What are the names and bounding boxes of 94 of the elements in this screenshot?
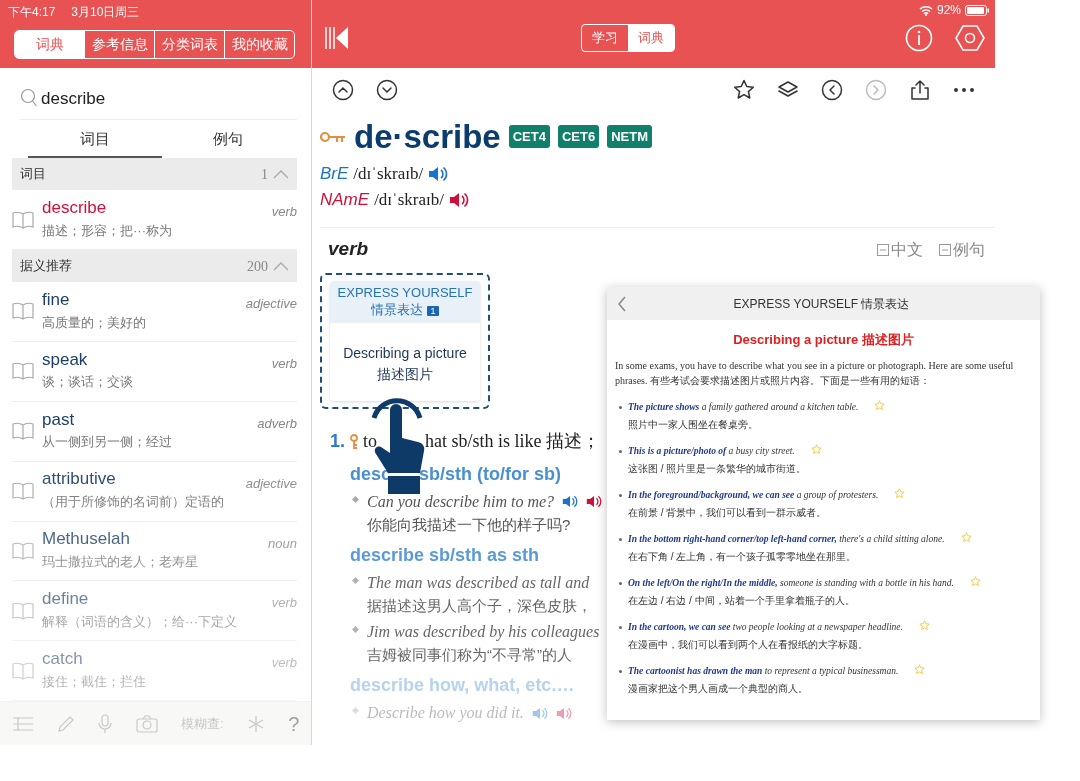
phrase-example: The picture shows a family gathered around a kitchen table.	[628, 400, 859, 414]
part-of-speech: verb	[271, 594, 297, 613]
tab[interactable]: 学习	[581, 25, 628, 51]
pattern-text: desc	[350, 462, 392, 486]
entry-definition: 玛士撒拉式的老人；老寿星	[42, 553, 198, 572]
entry-word: past	[42, 410, 76, 430]
definition-text: to	[363, 430, 378, 454]
example-translation: 据描述这男人高个子，深色皮肤，	[367, 596, 592, 617]
toggle-button[interactable]: 中文	[877, 237, 923, 262]
section-title: 据义推荐	[20, 257, 72, 276]
phonetic: /dɪˈskraɪb/	[374, 189, 444, 212]
pattern-text: describe how, what, etc.…	[350, 674, 575, 698]
phonetic: /dɪˈskraɪb/	[353, 163, 424, 186]
card-topic: 描述图片	[376, 364, 434, 384]
sense-number: 1.	[330, 430, 345, 454]
tab[interactable]: 我的收藏	[224, 31, 294, 58]
phrase-example: The cartoonist has drawn the man to represent a typical businessman.	[628, 664, 899, 678]
entry-word: catch	[42, 650, 84, 669]
tab[interactable]: 词典	[627, 25, 674, 51]
tab[interactable]: 例句	[161, 119, 295, 159]
tab[interactable]: 分类词表	[154, 31, 224, 58]
toggle-button[interactable]: 例句	[939, 237, 985, 262]
pattern-text: describe sb/sth as sth	[350, 544, 540, 568]
entry-definition: 接住；截住；拦住	[42, 672, 146, 691]
popup-heading: Describing a picture 描述图片	[732, 331, 915, 349]
phrase-translation: 这张图 / 照片里是一条繁华的城市街道。	[628, 461, 808, 476]
part-of-speech: adjective	[245, 474, 297, 493]
card-topic: Describing a picture	[342, 343, 468, 363]
search-field[interactable]: describe	[20, 77, 297, 120]
phrase-translation: 在前景 / 背景中，我们可以看到一群示威者。	[628, 505, 828, 520]
phrase-example: This is a picture/photo of a busy city street.	[628, 444, 795, 458]
accent-label: BrE	[320, 163, 349, 186]
example-translation: 你能向我描述一下他的样子吗?	[367, 514, 572, 535]
example-translation: 吉姆被同事们称为“不寻常”的人	[367, 644, 573, 665]
section-header[interactable]: 词目 1	[12, 158, 297, 191]
result-item[interactable]: define 解释（词语的含义）；给···下定义 verb	[12, 581, 297, 642]
status-date: 3月10日周三	[71, 4, 140, 17]
accent-label: NAmE	[320, 189, 370, 212]
level-badge: NETM	[607, 124, 653, 149]
entry-definition: 描述；形容；把···称为	[42, 221, 172, 240]
level-badge: CET6	[557, 124, 600, 149]
headword: de·scribe	[354, 120, 501, 153]
phrase-translation: 照片中一家人围坐在餐桌旁。	[628, 417, 759, 432]
entry-definition: 高质量的；美好的	[42, 313, 146, 332]
definition-text: hat sb/sth is like 描述；	[425, 430, 601, 454]
example-sentence: Jim was described by his colleagues	[367, 621, 600, 643]
result-item[interactable]: speak 谈；谈话；交谈 verb	[12, 341, 297, 402]
part-of-speech: verb	[271, 354, 297, 373]
example-sentence: Can you describe him to me?	[367, 491, 555, 513]
level-badge: CET4	[508, 124, 550, 149]
entry-word: describe	[42, 199, 108, 218]
section-title: 词目	[20, 165, 46, 184]
popup-title: EXPRESS YOURSELF 情景表达	[732, 295, 911, 313]
phrase-example: In the bottom right-hand corner/top left-hand corner, there's a child sitting alone.	[628, 532, 945, 546]
phrase-translation: 在左边 / 右边 / 中间，站着一个手里拿着瓶子的人。	[628, 593, 856, 608]
phrase-translation: 在漫画中，我们可以看到两个人在看报纸的大字标题。	[628, 637, 869, 652]
entry-definition: 从一侧到另一侧；经过	[42, 433, 172, 452]
status-time: 下午4:17	[8, 4, 56, 17]
part-of-speech: adjective	[245, 295, 297, 313]
entry-word: attributive	[42, 470, 117, 490]
entry-word: speak	[42, 350, 89, 370]
count-badge: 1	[427, 305, 439, 316]
pattern-text: sb/sth (to/for sb)	[419, 462, 562, 486]
phrase-example: On the left/On the right/In the middle, someone is standing with a bottle in his hand.	[628, 576, 954, 590]
entry-word: fine	[42, 290, 71, 310]
entry-definition: （用于所修饰的名词前）定语的	[42, 493, 224, 512]
phrase-example: In the cartoon, we can see two people looking at a newspaper headline.	[628, 620, 903, 634]
part-of-speech: verb	[328, 237, 369, 262]
entry-definition: 解释（词语的含义）；给···下定义	[42, 612, 237, 631]
result-item[interactable]: fine 高质量的；美好的 adjective	[12, 282, 297, 342]
result-count: 200	[247, 257, 268, 276]
result-item[interactable]: past 从一侧到另一侧；经过 adverb	[12, 401, 297, 462]
phrase-translation: 在右下角 / 左上角，有一个孩子孤零零地坐在那里。	[628, 549, 858, 564]
result-count: 1	[261, 165, 268, 184]
part-of-speech: noun	[268, 534, 297, 553]
entry-word: Methuselah	[42, 530, 131, 550]
tab[interactable]: 词典	[15, 31, 84, 58]
phrase-translation: 漫画家把这个男人画成一个典型的商人。	[628, 681, 809, 696]
part-of-speech: verb	[271, 203, 297, 222]
intro-paragraph: In some exams, you have to describe what you see in a picture or photograph. Here are some useful phrases. 有些考试会要求描述图片或照片内容。下面是一些有用的短语：	[614, 358, 1015, 388]
phrase-example: In the foreground/background, we can see a group of protesters.	[628, 488, 879, 502]
tab[interactable]: 参考信息	[84, 31, 154, 58]
example-sentence: Describe how you did it.	[367, 703, 524, 724]
entry-word: define	[42, 590, 90, 609]
battery-percent: 92%	[936, 2, 961, 19]
part-of-speech: adverb	[257, 414, 297, 433]
card-title: EXPRESS YOURSELF	[336, 285, 474, 302]
result-item[interactable]: attributive （用于所修饰的名词前）定语的 adjective	[12, 461, 297, 522]
part-of-speech: verb	[271, 654, 297, 673]
section-header[interactable]: 据义推荐 200	[12, 250, 297, 282]
card-subtitle: 情景表达	[371, 301, 424, 317]
result-item[interactable]: Methuselah 玛士撒拉式的老人；老寿星 noun	[12, 521, 297, 582]
example-sentence: The man was described as tall and	[367, 573, 590, 594]
entry-definition: 谈；谈话；交谈	[42, 373, 133, 392]
